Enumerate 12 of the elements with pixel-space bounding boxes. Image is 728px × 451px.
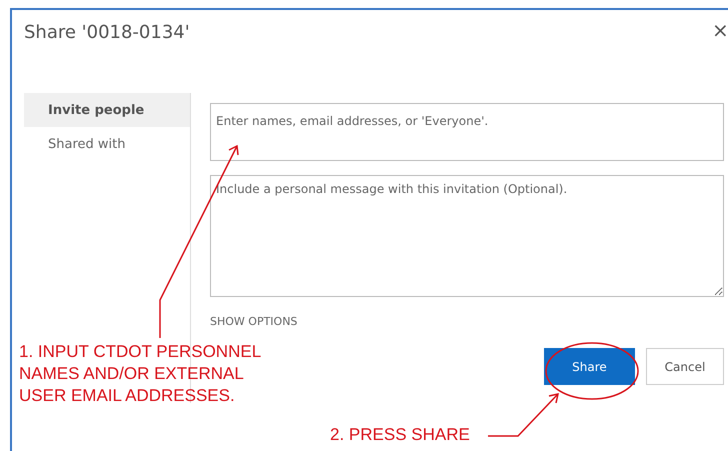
message-field[interactable]: Include a personal message with this invitation (Optional).	[210, 175, 724, 297]
show-options-link[interactable]: SHOW OPTIONS	[210, 315, 298, 328]
people-input-field[interactable]: Enter names, email addresses, or 'Everyone'.	[210, 103, 724, 161]
close-button[interactable]: ×	[712, 20, 728, 40]
arrow	[488, 393, 559, 437]
sidebar-tab[interactable]: Shared with	[24, 127, 190, 161]
cancel-button[interactable]: Cancel	[646, 348, 724, 385]
annotation-text: 2. PRESS SHARE	[330, 424, 470, 446]
sidebar-tab[interactable]: Invite people	[24, 93, 190, 127]
share-button[interactable]: Share	[544, 348, 635, 385]
annotation-text: 1. INPUT CTDOT PERSONNEL NAMES AND/OR EXTERNAL USER EMAIL ADDRESSES.	[19, 341, 262, 407]
dialog-title: Share '0018-0134'	[24, 22, 190, 43]
